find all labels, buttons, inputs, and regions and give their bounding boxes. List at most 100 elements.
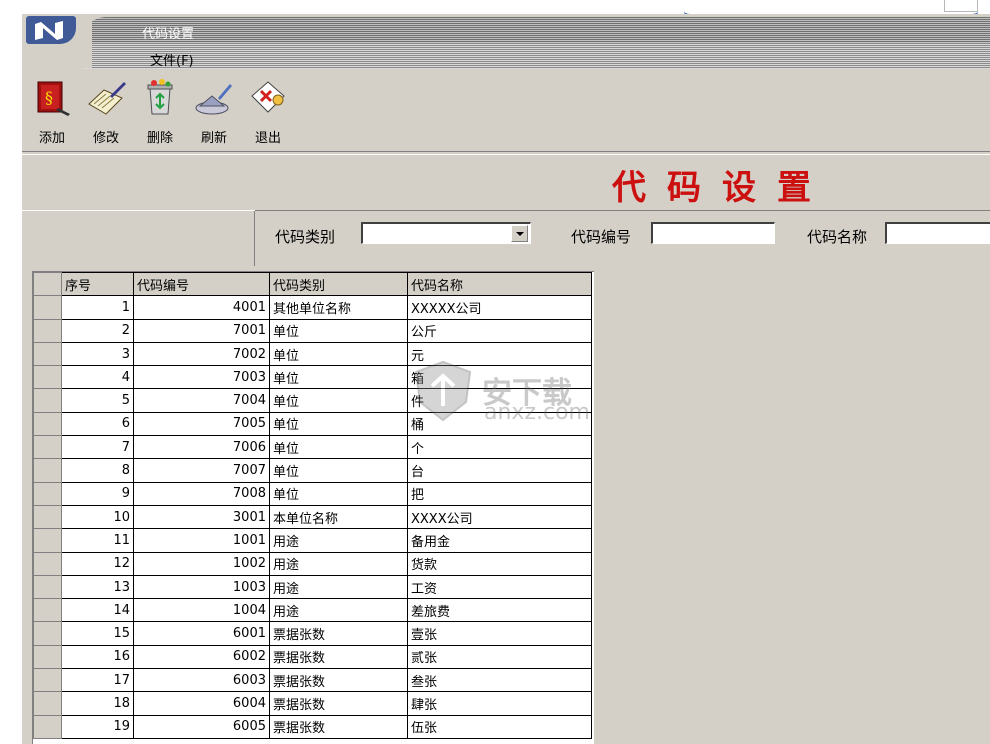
table-row[interactable]: 15 6001 票据张数 壹张 (33, 621, 592, 646)
row-indicator[interactable] (33, 481, 62, 506)
cell-type[interactable]: 票据张数 (269, 714, 408, 739)
table-row[interactable]: 5 7004 单位件 (33, 388, 592, 413)
row-indicator[interactable] (33, 411, 62, 437)
row-indicator[interactable] (33, 714, 62, 739)
row-indicator[interactable] (33, 388, 62, 413)
cell-seq[interactable]: 12 (61, 551, 134, 576)
cell-name[interactable]: 叁张 (407, 668, 592, 693)
table-row[interactable]: 7 7006 单位个 (33, 435, 592, 460)
cell-code[interactable]: 7004 (133, 388, 270, 413)
cell-seq[interactable]: 11 (61, 528, 134, 553)
cell-name[interactable]: 桶 (407, 411, 592, 437)
table-row[interactable]: 9 7008 单位把 (33, 481, 592, 506)
table-row[interactable]: 14 1004 用途 差旅费 (33, 598, 592, 623)
column-header-type[interactable]: 代码类别 (269, 272, 408, 297)
cell-seq[interactable]: 16 (61, 644, 134, 670)
cell-code[interactable]: 6001 (133, 621, 270, 646)
chevron-down-icon[interactable] (511, 225, 528, 242)
row-indicator[interactable] (33, 458, 62, 483)
table-row[interactable]: 19 6005 票据张数 伍张 (33, 714, 592, 739)
cell-seq[interactable]: 19 (61, 714, 134, 739)
cell-seq[interactable]: 18 (61, 691, 134, 716)
cell-name[interactable]: 货款 (407, 551, 592, 576)
table-row[interactable]: 6 7005 单位桶 (33, 411, 592, 437)
cell-type[interactable]: 单位 (269, 411, 408, 437)
cell-type[interactable]: 本单位名称 (269, 504, 408, 530)
table-row[interactable]: 10 3001 本单位名称 XXXX公司 (33, 504, 592, 530)
row-indicator[interactable] (33, 644, 62, 670)
delete-button[interactable]: 删除 (134, 78, 186, 148)
cell-code[interactable]: 6005 (133, 714, 270, 739)
cell-code[interactable]: 7002 (133, 341, 270, 367)
table-row[interactable]: 2 7001 单位 公斤 (33, 318, 592, 343)
cell-type[interactable]: 单位 (269, 458, 408, 483)
cell-type[interactable]: 单位 (269, 341, 408, 367)
cell-name[interactable]: 伍张 (407, 714, 592, 739)
cell-type[interactable]: 票据张数 (269, 644, 408, 670)
cell-seq[interactable]: 15 (61, 621, 134, 646)
cell-code[interactable]: 1001 (133, 528, 270, 553)
table-row[interactable]: 18 6004 票据张数 肆张 (33, 691, 592, 716)
cell-name[interactable]: 台 (407, 458, 592, 483)
cell-seq[interactable]: 8 (61, 458, 134, 483)
cell-name[interactable]: 工资 (407, 574, 592, 600)
cell-type[interactable]: 用途 (269, 574, 408, 600)
cell-type[interactable]: 单位 (269, 435, 408, 460)
cell-name[interactable]: 壹张 (407, 621, 592, 646)
row-indicator[interactable] (33, 621, 62, 646)
cell-code[interactable]: 6003 (133, 668, 270, 693)
cell-type[interactable]: 用途 (269, 598, 408, 623)
column-header-seq[interactable]: 序号 (61, 272, 134, 297)
column-header-code[interactable]: 代码编号 (133, 272, 270, 297)
cell-seq[interactable]: 17 (61, 668, 134, 693)
add-button[interactable]: § 添加 (26, 78, 78, 148)
cell-name[interactable]: 元 (407, 341, 592, 367)
cell-type[interactable]: 票据张数 (269, 668, 408, 693)
cell-seq[interactable]: 1 (61, 295, 134, 320)
row-indicator[interactable] (33, 551, 62, 576)
table-row[interactable]: 17 6003 票据张数 叁张 (33, 668, 592, 693)
cell-code[interactable]: 7008 (133, 481, 270, 506)
cell-seq[interactable]: 14 (61, 598, 134, 623)
column-header-name[interactable]: 代码名称 (407, 272, 592, 297)
cell-seq[interactable]: 10 (61, 504, 134, 530)
row-indicator[interactable] (33, 295, 62, 320)
code-input[interactable] (651, 222, 775, 244)
row-indicator[interactable] (33, 691, 62, 716)
name-input[interactable] (885, 222, 990, 244)
cell-name[interactable]: 把 (407, 481, 592, 506)
cell-seq[interactable]: 4 (61, 365, 134, 390)
cell-seq[interactable]: 2 (61, 318, 134, 343)
cell-name[interactable]: 公斤 (407, 318, 592, 343)
table-row[interactable]: 16 6002 票据张数 贰张 (33, 644, 592, 670)
row-indicator[interactable] (33, 341, 62, 367)
cell-name[interactable]: 贰张 (407, 644, 592, 670)
cell-code[interactable]: 7003 (133, 365, 270, 390)
cell-code[interactable]: 7007 (133, 458, 270, 483)
cell-seq[interactable]: 9 (61, 481, 134, 506)
cell-name[interactable]: 差旅费 (407, 598, 592, 623)
category-select[interactable] (361, 222, 531, 244)
cell-type[interactable]: 用途 (269, 528, 408, 553)
cell-type[interactable]: 单位 (269, 318, 408, 343)
table-row[interactable]: 13 1003 用途 工资 (33, 574, 592, 600)
cell-name[interactable]: 备用金 (407, 528, 592, 553)
row-indicator[interactable] (33, 574, 62, 600)
row-indicator[interactable] (33, 365, 62, 390)
table-row[interactable]: 1 4001 其他单位名称 XXXXX公司 (33, 295, 592, 320)
table-row[interactable]: 11 1001 用途 备用金 (33, 528, 592, 553)
cell-type[interactable]: 单位 (269, 481, 408, 506)
cell-seq[interactable]: 5 (61, 388, 134, 413)
cell-type[interactable]: 单位 (269, 388, 408, 413)
cell-type[interactable]: 用途 (269, 551, 408, 576)
cell-name[interactable]: XXXX公司 (407, 504, 592, 530)
cell-name[interactable]: 肆张 (407, 691, 592, 716)
menu-file[interactable]: 文件(F) (148, 50, 196, 69)
cell-type[interactable]: 单位 (269, 365, 408, 390)
cell-code[interactable]: 7001 (133, 318, 270, 343)
cell-code[interactable]: 1003 (133, 574, 270, 600)
cell-name[interactable]: 箱 (407, 365, 592, 390)
cell-seq[interactable]: 7 (61, 435, 134, 460)
cell-type[interactable]: 票据张数 (269, 621, 408, 646)
cell-code[interactable]: 7006 (133, 435, 270, 460)
